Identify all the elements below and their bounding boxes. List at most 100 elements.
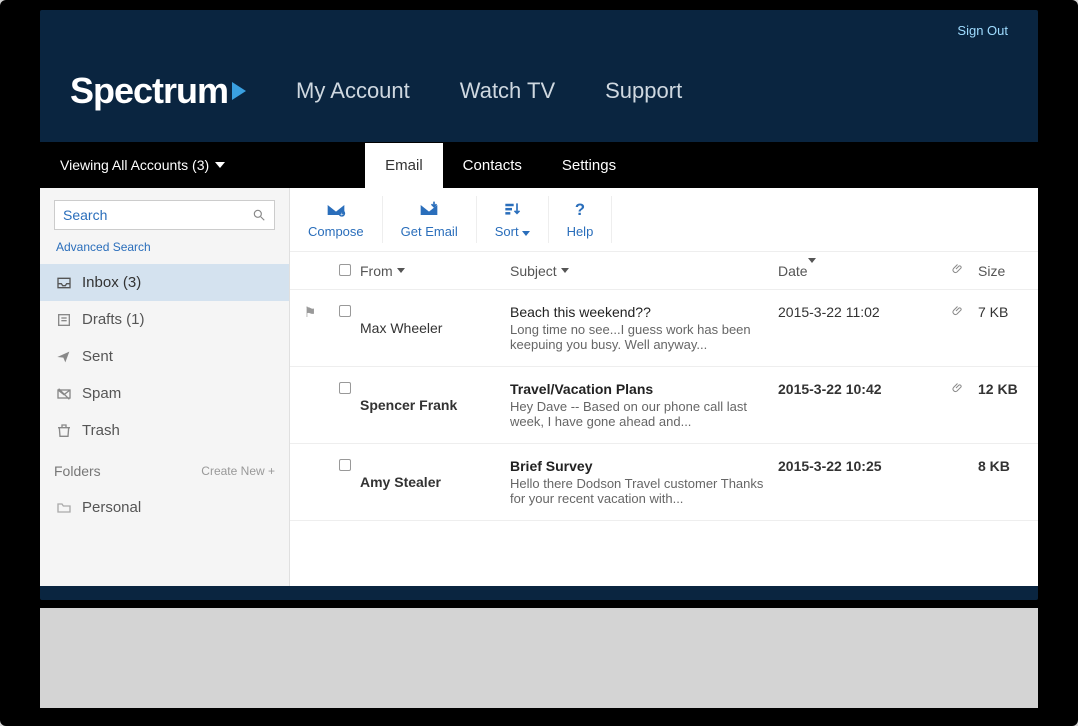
chevron-down-icon: [522, 231, 530, 236]
account-selector-label: Viewing All Accounts (3): [60, 157, 209, 173]
create-folder-link[interactable]: Create New +: [201, 464, 275, 478]
folders-section-header: Folders Create New +: [40, 449, 289, 489]
size-cell: 7 KB: [978, 304, 1038, 352]
sort-button[interactable]: Sort: [477, 196, 549, 243]
sort-arrow-icon: [808, 258, 816, 279]
header-date[interactable]: Date: [778, 263, 938, 279]
paperclip-icon: [952, 304, 964, 318]
paperclip-icon: [952, 262, 964, 276]
header-size[interactable]: Size: [978, 263, 1038, 279]
subject-cell: Beach this weekend??Long time no see...I…: [510, 304, 778, 352]
flag-cell[interactable]: [290, 458, 330, 506]
spam-icon: [56, 386, 72, 402]
flag-cell[interactable]: [290, 381, 330, 429]
svg-text:?: ?: [575, 200, 585, 219]
help-button[interactable]: ? Help: [549, 196, 613, 243]
monitor-frame: Sign Out Spectrum My Account Watch TV Su…: [0, 0, 1078, 726]
from-cell: Max Wheeler: [360, 304, 510, 352]
subject-cell: Travel/Vacation PlansHey Dave -- Based o…: [510, 381, 778, 429]
from-cell: Amy Stealer: [360, 458, 510, 506]
folder-inbox[interactable]: Inbox (3): [40, 264, 289, 301]
flag-icon: ⚑: [304, 304, 317, 320]
attachment-cell: [938, 381, 978, 429]
row-checkbox[interactable]: [330, 458, 360, 506]
nav-my-account[interactable]: My Account: [296, 78, 410, 104]
folders-label: Folders: [54, 463, 101, 479]
sent-icon: [56, 349, 72, 365]
date-cell: 2015-3-22 11:02: [778, 304, 938, 352]
folder-spam[interactable]: Spam: [40, 375, 289, 412]
advanced-search-link[interactable]: Advanced Search: [40, 234, 289, 264]
sort-arrow-icon: [397, 268, 405, 273]
folder-personal-label: Personal: [82, 499, 141, 516]
search-input[interactable]: [63, 207, 252, 223]
brand-logo[interactable]: Spectrum: [70, 70, 246, 112]
size-cell: 12 KB: [978, 381, 1038, 429]
flag-cell[interactable]: ⚑: [290, 304, 330, 352]
help-label: Help: [567, 224, 594, 239]
attachment-cell: [938, 458, 978, 506]
drafts-icon: [56, 312, 72, 328]
subject-cell: Brief Survey Hello there Dodson Travel cu…: [510, 458, 778, 506]
folder-sent[interactable]: Sent: [40, 338, 289, 375]
header-from[interactable]: From: [360, 263, 510, 279]
tab-contacts[interactable]: Contacts: [443, 143, 542, 188]
sign-out-link[interactable]: Sign Out: [957, 23, 1008, 38]
tabs: Email Contacts Settings: [365, 143, 636, 188]
get-email-button[interactable]: Get Email: [383, 196, 477, 243]
row-checkbox[interactable]: [330, 304, 360, 352]
folder-drafts[interactable]: Drafts (1): [40, 301, 289, 338]
trash-icon: [56, 423, 72, 439]
header-subject[interactable]: Subject: [510, 263, 778, 279]
brand-text: Spectrum: [70, 70, 228, 112]
folder-personal[interactable]: Personal: [40, 489, 289, 526]
get-email-icon: [418, 200, 440, 220]
message-row[interactable]: Spencer FrankTravel/Vacation PlansHey Da…: [290, 367, 1038, 444]
search-wrap: [40, 188, 289, 234]
list-header: From Subject Date Size: [290, 252, 1038, 290]
subject-title: Travel/Vacation Plans: [510, 381, 768, 397]
chevron-down-icon: [215, 162, 225, 168]
nav-support[interactable]: Support: [605, 78, 682, 104]
search-box[interactable]: [54, 200, 275, 230]
compose-label: Compose: [308, 224, 364, 239]
account-selector[interactable]: Viewing All Accounts (3): [40, 157, 245, 173]
subject-preview: Hello there Dodson Travel customer Thank…: [510, 476, 768, 506]
folder-icon: [56, 500, 72, 516]
from-cell: Spencer Frank: [360, 381, 510, 429]
help-icon: ?: [569, 200, 591, 220]
folder-spam-label: Spam: [82, 385, 121, 402]
folder-inbox-label: Inbox (3): [82, 274, 141, 291]
toolbar: + Compose Get Email Sort ? Help: [290, 188, 1038, 252]
tab-email[interactable]: Email: [365, 143, 443, 188]
nav-watch-tv[interactable]: Watch TV: [460, 78, 555, 104]
message-row[interactable]: ⚑ Max WheelerBeach this weekend??Long tim…: [290, 290, 1038, 367]
compose-button[interactable]: + Compose: [290, 196, 383, 243]
compose-icon: +: [325, 200, 347, 220]
sort-label: Sort: [495, 224, 530, 239]
subject-title: Beach this weekend??: [510, 304, 768, 320]
attachment-cell: [938, 304, 978, 352]
tab-settings[interactable]: Settings: [542, 143, 636, 188]
sort-arrow-icon: [561, 268, 569, 273]
inbox-icon: [56, 275, 72, 291]
svg-text:+: +: [340, 212, 344, 218]
paperclip-icon: [952, 381, 964, 395]
folder-trash-label: Trash: [82, 422, 120, 439]
row-checkbox[interactable]: [330, 381, 360, 429]
sub-bar: Viewing All Accounts (3) Email Contacts …: [40, 142, 1038, 188]
main-panel: + Compose Get Email Sort ? Help: [290, 188, 1038, 586]
subject-title: Brief Survey: [510, 458, 768, 474]
top-bar: Sign Out: [40, 10, 1038, 40]
select-all-checkbox[interactable]: [330, 263, 360, 279]
message-row[interactable]: Amy StealerBrief Survey Hello there Dodso…: [290, 444, 1038, 521]
monitor-stand: [40, 608, 1038, 708]
header-attachment: [938, 262, 978, 279]
get-email-label: Get Email: [401, 224, 458, 239]
message-list: ⚑ Max WheelerBeach this weekend??Long tim…: [290, 290, 1038, 521]
date-cell: 2015-3-22 10:25: [778, 458, 938, 506]
screen: Sign Out Spectrum My Account Watch TV Su…: [40, 10, 1038, 600]
app-body: Advanced Search Inbox (3) Drafts (1) Sen…: [40, 188, 1038, 586]
folder-trash[interactable]: Trash: [40, 412, 289, 449]
sort-icon: [501, 200, 523, 220]
